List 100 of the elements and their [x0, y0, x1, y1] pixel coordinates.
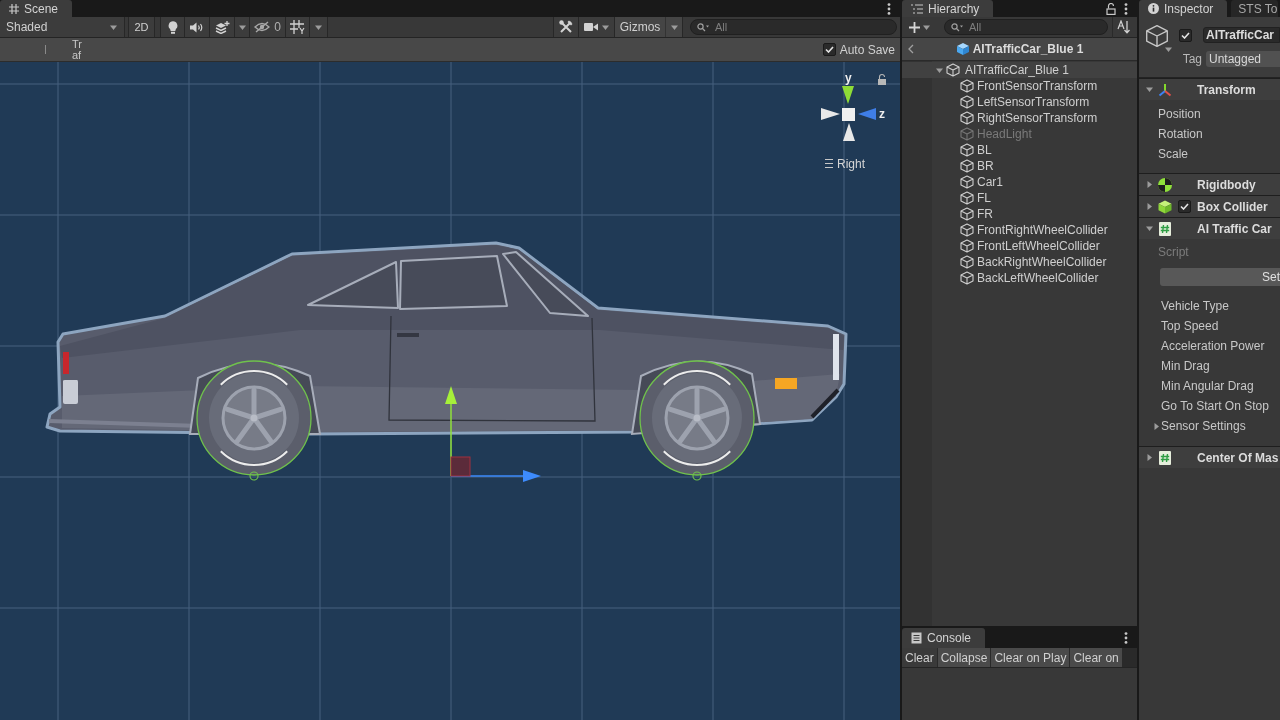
panel-tab[interactable]: Console — [902, 628, 986, 648]
field-label: Rotation — [1158, 127, 1203, 141]
field-label: Go To Start On Stop — [1161, 399, 1269, 413]
search-field[interactable]: All — [944, 19, 1108, 35]
component-header[interactable]: Center Of Mas — [1139, 446, 1280, 468]
name-field[interactable]: AITrafficCar — [1203, 27, 1280, 43]
cube-icon — [960, 255, 974, 269]
hash-icon — [9, 3, 19, 14]
hierarchy-item[interactable]: RightSensorTransform — [902, 110, 1137, 126]
component-header[interactable]: Transform — [1139, 78, 1280, 100]
light-bulb-icon — [167, 20, 178, 34]
caret-icon[interactable] — [1153, 422, 1160, 430]
field-label: Position — [1158, 107, 1201, 121]
field-label: Top Speed — [1161, 319, 1219, 333]
field-label: Acceleration Power — [1161, 339, 1265, 353]
grid-dropdown[interactable] — [310, 17, 328, 37]
axis-label: z — [879, 107, 885, 121]
orientation-gizmo[interactable] — [821, 86, 876, 141]
caret-icon[interactable] — [1145, 86, 1153, 93]
effects-button[interactable] — [210, 17, 235, 37]
toolbar-label: af — [72, 49, 82, 61]
tag-dropdown[interactable]: Untagged — [1206, 51, 1280, 67]
checkbox[interactable] — [1178, 200, 1191, 213]
grid-icon — [290, 20, 305, 34]
panel-tab[interactable]: Inspector — [1139, 0, 1228, 17]
gizmos-button[interactable]: Gizmos — [615, 17, 666, 37]
more-icon[interactable] — [1124, 632, 1128, 644]
search-field[interactable]: All — [690, 19, 897, 35]
hierarchy-item[interactable]: BL — [902, 142, 1137, 158]
effects-dropdown[interactable] — [235, 17, 250, 37]
cube-icon — [960, 127, 974, 141]
cube-icon — [960, 191, 974, 205]
hierarchy-item[interactable]: LeftSensorTransform — [902, 94, 1137, 110]
cube-icon — [960, 175, 974, 189]
caret-icon — [923, 23, 930, 31]
caret-icon — [238, 23, 246, 31]
more-icon[interactable] — [887, 2, 891, 15]
menu-icon[interactable] — [824, 158, 834, 169]
gizmos-dropdown[interactable] — [666, 17, 683, 37]
checkmark-icon — [1180, 203, 1189, 210]
hierarchy-item[interactable]: AITrafficCar_Blue 1 — [902, 62, 1137, 78]
lock-icon[interactable] — [1106, 2, 1116, 15]
axes-icon — [1158, 82, 1172, 97]
set-button[interactable]: Set — [1160, 268, 1280, 286]
caret-icon — [602, 23, 609, 31]
speaker-icon — [190, 21, 204, 33]
component-header[interactable]: Box Collider — [1139, 195, 1280, 217]
panel-tab[interactable]: Hierarchy — [902, 0, 994, 17]
toggle-button[interactable]: Clear on — [1070, 648, 1122, 667]
more-icon[interactable] — [1124, 2, 1128, 15]
toggle-button[interactable]: Collapse — [937, 648, 991, 667]
view-label[interactable]: Right — [837, 157, 865, 171]
caret-icon — [670, 23, 678, 31]
shading-dropdown[interactable]: Shaded — [0, 17, 125, 37]
cube-icon — [960, 271, 974, 285]
camera-button[interactable] — [579, 17, 615, 37]
script-icon — [1159, 450, 1171, 465]
hierarchy-item[interactable]: BackRightWheelCollider — [902, 254, 1137, 270]
caret-icon[interactable] — [1145, 181, 1153, 188]
checkbox[interactable] — [822, 43, 836, 56]
lock-icon[interactable] — [878, 73, 886, 85]
car-drawing[interactable] — [45, 241, 848, 481]
checkbox[interactable] — [1179, 28, 1192, 42]
tools-button[interactable] — [553, 17, 579, 37]
mode-2d-button[interactable]: 2D — [128, 17, 155, 37]
audio-button[interactable] — [185, 17, 210, 37]
lighting-button[interactable] — [160, 17, 185, 37]
plus-icon — [909, 21, 920, 33]
cube-icon — [1158, 199, 1172, 214]
plane-handle[interactable] — [450, 456, 471, 477]
eye-slash-icon — [254, 21, 271, 33]
hierarchy-item[interactable]: FrontSensorTransform — [902, 78, 1137, 94]
field-label: Scale — [1158, 147, 1189, 161]
hierarchy-item[interactable]: BR — [902, 158, 1137, 174]
cube-icon — [960, 207, 974, 221]
component-header[interactable]: Rigidbody — [1139, 173, 1280, 195]
toolbar-button[interactable]: Clear — [902, 648, 937, 667]
field-label: Vehicle Type — [1161, 299, 1229, 313]
foldout[interactable]: Sensor Settings — [1153, 416, 1280, 436]
grid-button[interactable] — [286, 17, 310, 37]
checkmark-icon — [824, 46, 834, 53]
checkbox-label: Auto Save — [839, 42, 895, 57]
panel-tab[interactable]: STS To — [1231, 0, 1278, 17]
hierarchy-item[interactable]: Car1 — [902, 174, 1137, 190]
search-icon — [697, 22, 709, 32]
hierarchy-item[interactable]: FL — [902, 190, 1137, 206]
caret-icon[interactable] — [1145, 225, 1153, 232]
visibility-button[interactable]: 0 — [250, 17, 286, 37]
hierarchy-item[interactable]: BackLeftWheelCollider — [902, 270, 1137, 286]
chevron-left-icon[interactable] — [908, 44, 914, 54]
panel-tab[interactable]: Scene — [0, 0, 73, 17]
component-header[interactable]: AI Traffic Car — [1139, 217, 1280, 239]
hierarchy-item[interactable]: FrontLeftWheelCollider — [902, 238, 1137, 254]
toggle-button[interactable]: Clear on Play — [991, 648, 1070, 667]
hierarchy-item[interactable]: FrontRightWheelCollider — [902, 222, 1137, 238]
hierarchy-item[interactable]: FR — [902, 206, 1137, 222]
caret-icon[interactable] — [1145, 454, 1153, 461]
caret-icon[interactable] — [935, 66, 943, 74]
checkmark-icon — [1181, 31, 1190, 39]
caret-icon[interactable] — [1145, 203, 1153, 210]
